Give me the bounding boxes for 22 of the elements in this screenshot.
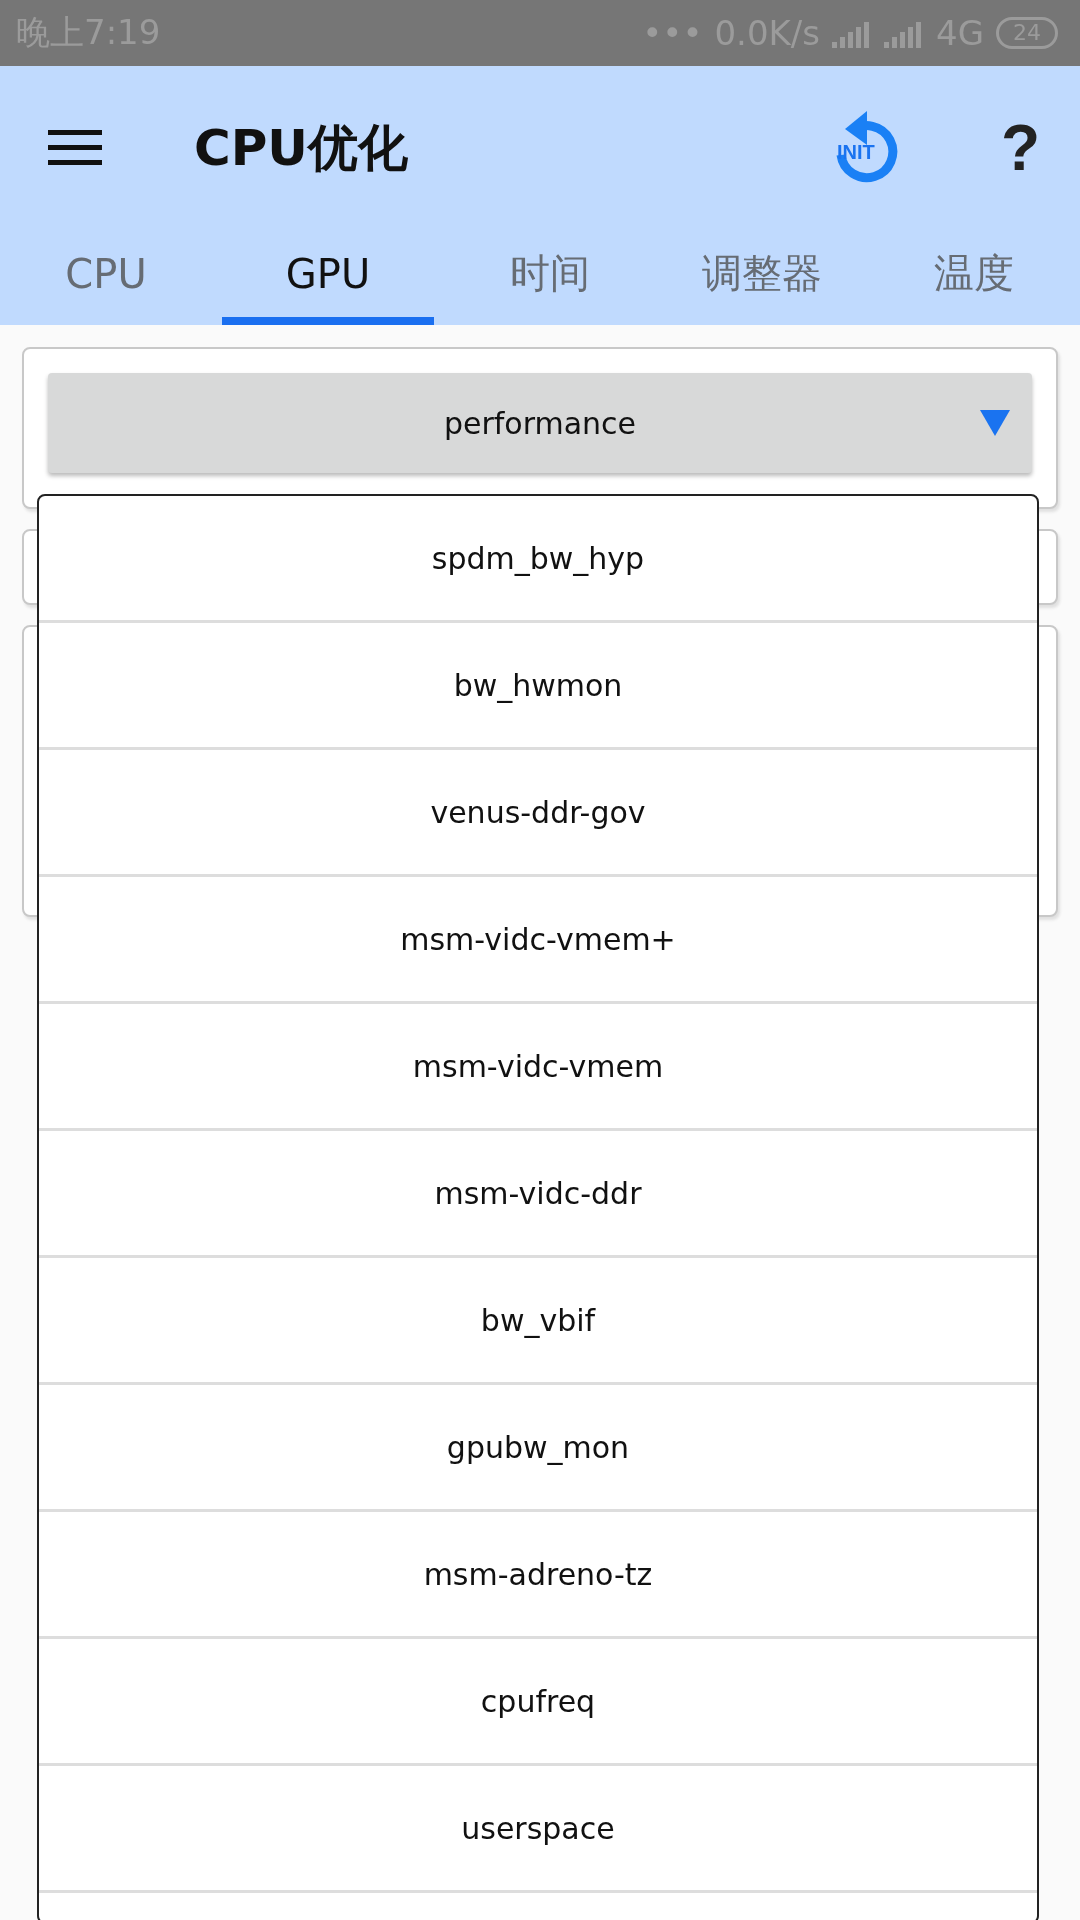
dropdown-option[interactable]: msm-vidc-vmem+ — [39, 877, 1037, 1004]
dropdown-option[interactable]: msm-vidc-ddr — [39, 1131, 1037, 1258]
tab[interactable]: CPU — [0, 230, 212, 325]
tab[interactable]: 调整器 — [656, 230, 868, 325]
dropdown-option[interactable]: msm-adreno-tz — [39, 1512, 1037, 1639]
dropdown-option[interactable]: spdm_bw_hyp — [39, 496, 1037, 623]
dropdown-option[interactable]: gpubw_mon — [39, 1385, 1037, 1512]
notification-dots: ••• — [642, 13, 703, 53]
caret-icon — [980, 410, 1010, 436]
dropdown-option[interactable]: bw_vbif — [39, 1258, 1037, 1385]
dropdown-option[interactable]: cpufreq — [39, 1639, 1037, 1766]
tab[interactable]: 温度 — [868, 230, 1080, 325]
governor-dropdown[interactable]: performance — [48, 373, 1032, 473]
menu-icon[interactable] — [48, 130, 102, 166]
dropdown-option[interactable]: bw_hwmon — [39, 623, 1037, 750]
dropdown-option[interactable]: venus-ddr-gov — [39, 750, 1037, 877]
tab[interactable]: GPU — [222, 230, 434, 325]
dropdown-option[interactable]: userspace — [39, 1766, 1037, 1893]
tab[interactable]: 时间 — [444, 230, 656, 325]
app-title: CPU优化 — [194, 117, 409, 179]
help-button[interactable]: ? — [1000, 111, 1040, 185]
dropdown-option[interactable]: msm-vidc-vmem — [39, 1004, 1037, 1131]
